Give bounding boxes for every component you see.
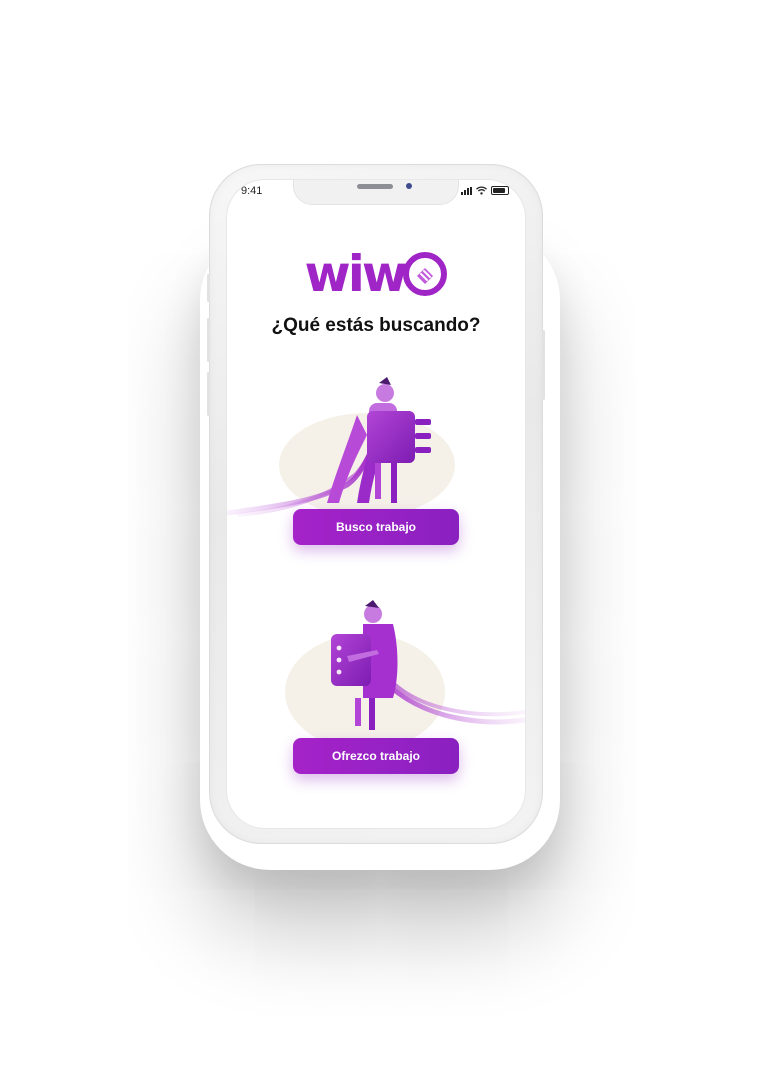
wifi-icon <box>476 186 487 195</box>
phone-power-button <box>542 330 545 400</box>
person-carrying-socket-illustration <box>285 600 525 750</box>
handshake-icon <box>403 252 448 296</box>
status-icons <box>461 186 509 195</box>
status-time: 9:41 <box>241 185 263 197</box>
logo-wordmark: wiw <box>304 245 409 303</box>
ofrezco-trabajo-button[interactable]: Ofrezco trabajo <box>293 738 459 774</box>
app-screen: 9:41 wiw ¿Qué estás buscando? Busco trab… <box>227 180 525 828</box>
person-carrying-plug-illustration <box>227 377 455 517</box>
speaker-grille <box>357 184 393 189</box>
home-indicator <box>331 813 421 817</box>
phone-side-button <box>207 274 210 302</box>
wiwo-logo: wiw <box>227 245 525 303</box>
busco-trabajo-button[interactable]: Busco trabajo <box>293 509 459 545</box>
phone-volume-up-button <box>207 318 210 362</box>
front-camera <box>406 183 412 189</box>
phone-volume-down-button <box>207 372 210 416</box>
page-title: ¿Qué estás buscando? <box>271 315 481 336</box>
cellular-signal-icon <box>461 186 472 195</box>
battery-icon <box>491 186 509 195</box>
phone-notch <box>294 180 458 204</box>
